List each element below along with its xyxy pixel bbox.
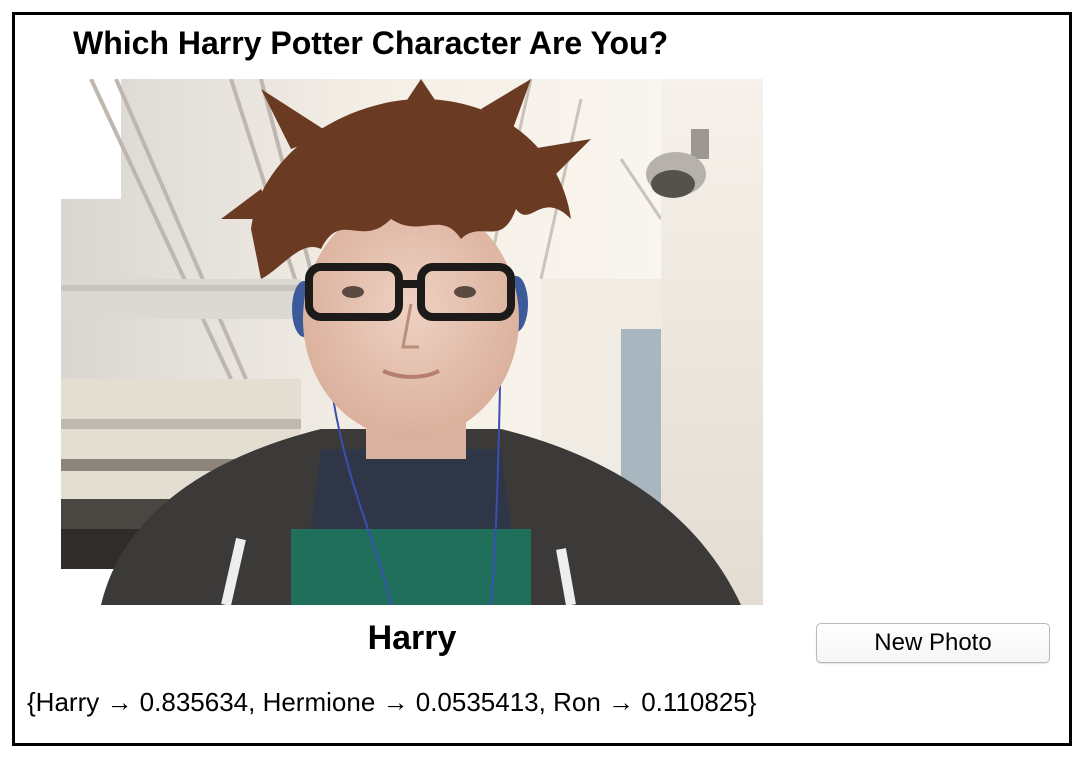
webcam-photo (61, 79, 763, 605)
result-character-name: Harry (367, 619, 457, 657)
page-title: Which Harry Potter Character Are You? (73, 25, 669, 61)
probability-association: {Harry → 0.835634, Hermione → 0.0535413,… (27, 687, 757, 717)
new-photo-button[interactable]: New Photo (816, 623, 1050, 663)
app-frame: Which Harry Potter Character Are You? Ha… (12, 12, 1072, 746)
